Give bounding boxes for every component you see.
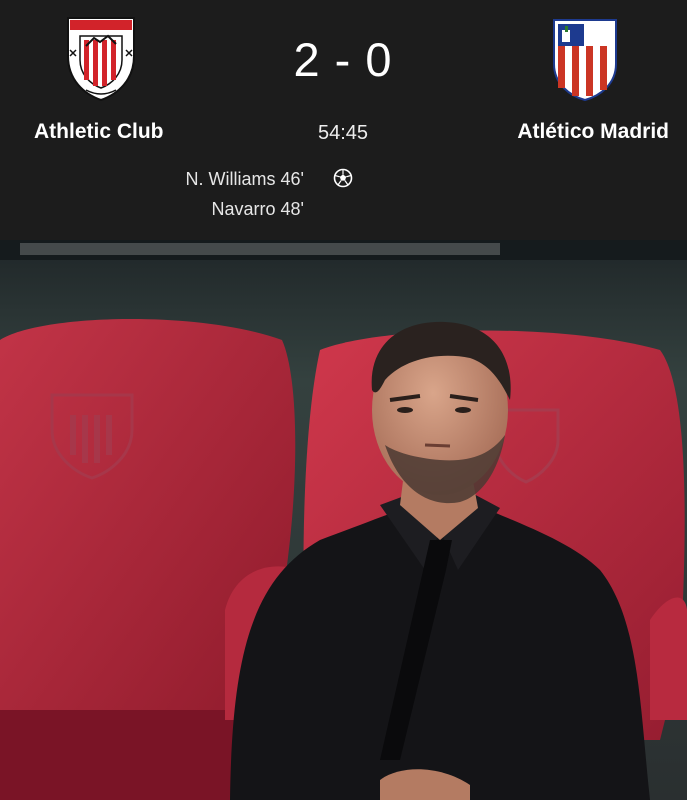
match-clock: 54:45 bbox=[317, 122, 369, 144]
manager-bench-image bbox=[0, 240, 687, 800]
athletic-club-crest-icon[interactable] bbox=[64, 16, 138, 102]
match-score: 2 - 0 bbox=[293, 33, 393, 86]
away-team-name[interactable]: Atlético Madrid bbox=[517, 120, 669, 144]
soccer-ball-icon bbox=[333, 168, 353, 188]
scoreboard-header: Athletic Club 2 - 0 54:45 Atlético Madri… bbox=[0, 0, 687, 240]
goal-scorer-2: Navarro 48' bbox=[211, 199, 304, 219]
home-team-name[interactable]: Athletic Club bbox=[34, 120, 164, 144]
atletico-madrid-crest-icon[interactable] bbox=[550, 16, 620, 102]
goal-scorer-1: N. Williams 46' bbox=[185, 169, 304, 189]
broadcast-photo bbox=[0, 240, 687, 800]
